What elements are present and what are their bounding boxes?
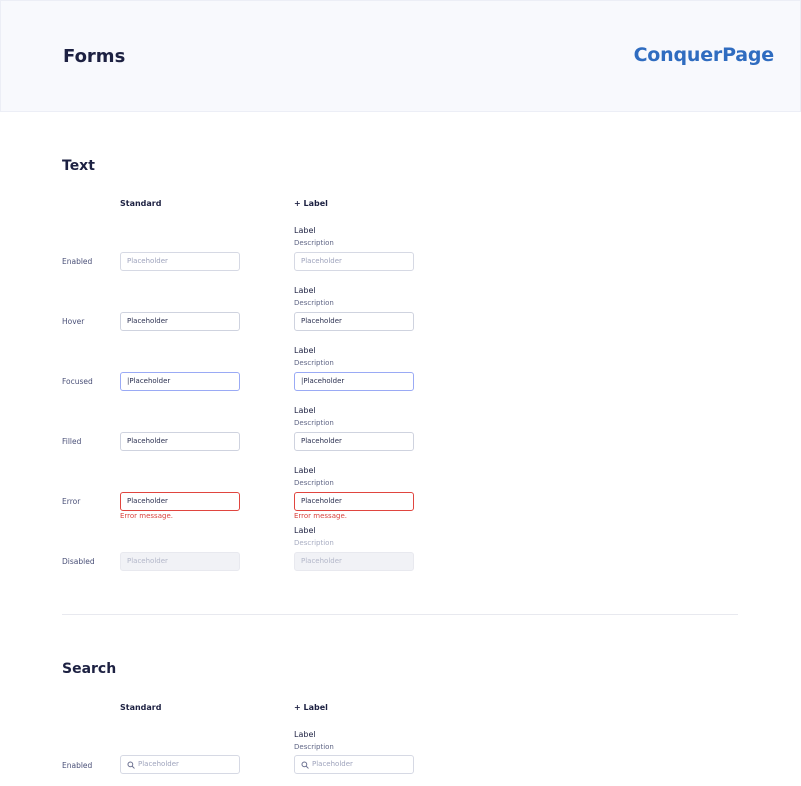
field-description: Description: [294, 359, 334, 367]
search-col-standard: Standard: [120, 703, 162, 712]
error-message: Error message.: [120, 512, 173, 520]
row-label-filled: Filled: [62, 437, 82, 446]
field-label-disabled: Label: [294, 526, 316, 535]
error-message: Error message.: [294, 512, 347, 520]
search-placeholder: Placeholder: [312, 760, 353, 768]
search-col-label: + Label: [294, 703, 328, 712]
text-input-error[interactable]: Placeholder: [120, 492, 240, 511]
search-input-enabled[interactable]: Placeholder: [120, 755, 240, 774]
labeled-text-input-filled[interactable]: Placeholder: [294, 432, 414, 451]
labeled-text-input-error[interactable]: Placeholder: [294, 492, 414, 511]
search-icon: [127, 761, 135, 769]
field-label: Label: [294, 226, 316, 235]
search-section-title: Search: [62, 661, 117, 677]
row-label-error: Error: [62, 497, 81, 506]
labeled-text-input-focused[interactable]: |Placeholder: [294, 372, 414, 391]
text-section-title: Text: [62, 158, 95, 174]
row-label-hover: Hover: [62, 317, 85, 326]
section-divider: [62, 614, 738, 615]
field-label: Label: [294, 730, 316, 739]
page-header: Forms ConquerPage: [0, 0, 801, 112]
row-label-disabled: Disabled: [62, 557, 95, 566]
text-input-disabled: Placeholder: [120, 552, 240, 571]
brand-logo[interactable]: ConquerPage: [634, 44, 775, 66]
field-label: Label: [294, 406, 316, 415]
field-description: Description: [294, 299, 334, 307]
field-description: Description: [294, 239, 334, 247]
row-label-enabled: Enabled: [62, 257, 93, 266]
labeled-text-input-enabled[interactable]: Placeholder: [294, 252, 414, 271]
text-input-focused[interactable]: |Placeholder: [120, 372, 240, 391]
search-icon: [301, 761, 309, 769]
field-description: Description: [294, 743, 334, 751]
search-placeholder: Placeholder: [138, 760, 179, 768]
row-label-focused: Focused: [62, 377, 93, 386]
field-label: Label: [294, 286, 316, 295]
field-label: Label: [294, 466, 316, 475]
field-description-disabled: Description: [294, 539, 334, 547]
text-input-filled[interactable]: Placeholder: [120, 432, 240, 451]
field-description: Description: [294, 479, 334, 487]
labeled-search-input-enabled[interactable]: Placeholder: [294, 755, 414, 774]
page-title: Forms: [63, 46, 126, 67]
text-input-enabled[interactable]: Placeholder: [120, 252, 240, 271]
labeled-text-input-disabled: Placeholder: [294, 552, 414, 571]
field-label: Label: [294, 346, 316, 355]
labeled-text-input-hover[interactable]: Placeholder: [294, 312, 414, 331]
text-col-standard: Standard: [120, 199, 162, 208]
row-label-search-enabled: Enabled: [62, 761, 93, 770]
text-col-label: + Label: [294, 199, 328, 208]
field-description: Description: [294, 419, 334, 427]
text-input-hover[interactable]: Placeholder: [120, 312, 240, 331]
